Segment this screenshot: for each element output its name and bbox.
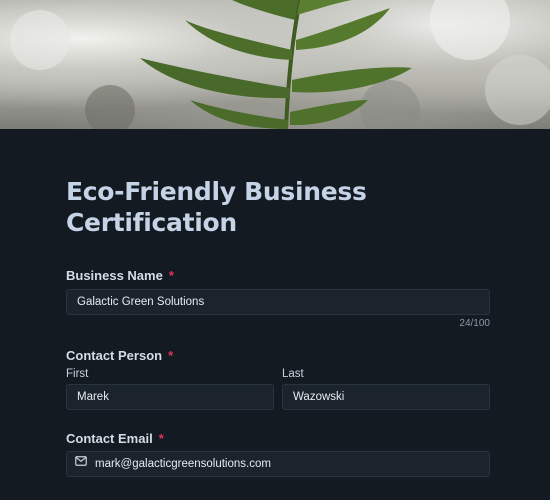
contact-email-label-text: Contact Email <box>66 431 153 446</box>
fern-leaf-image <box>10 0 550 129</box>
first-name-label: First <box>66 368 89 380</box>
required-asterisk: * <box>168 348 174 363</box>
form-title: Eco-Friendly Business Certification <box>66 177 367 237</box>
business-name-value: Galactic Green Solutions <box>77 296 205 308</box>
form-page: Eco-Friendly Business Certification Busi… <box>0 0 550 500</box>
contact-email-input[interactable]: mark@galacticgreensolutions.com <box>66 451 490 477</box>
contact-person-label: Contact Person * <box>66 348 173 363</box>
first-name-input[interactable]: Marek <box>66 384 274 410</box>
business-name-input[interactable]: Galactic Green Solutions <box>66 289 490 315</box>
header-image <box>0 0 550 129</box>
business-name-label-text: Business Name <box>66 268 163 283</box>
envelope-icon <box>75 452 87 475</box>
required-asterisk: * <box>158 431 164 446</box>
last-name-value: Wazowski <box>293 391 345 403</box>
last-name-label: Last <box>282 368 304 380</box>
contact-person-label-text: Contact Person <box>66 348 163 363</box>
required-asterisk: * <box>168 268 174 283</box>
first-name-value: Marek <box>77 391 109 403</box>
contact-email-value: mark@galacticgreensolutions.com <box>95 458 271 470</box>
character-counter: 24/100 <box>459 318 490 329</box>
contact-email-label: Contact Email * <box>66 431 164 446</box>
business-name-label: Business Name * <box>66 268 174 283</box>
last-name-input[interactable]: Wazowski <box>282 384 490 410</box>
